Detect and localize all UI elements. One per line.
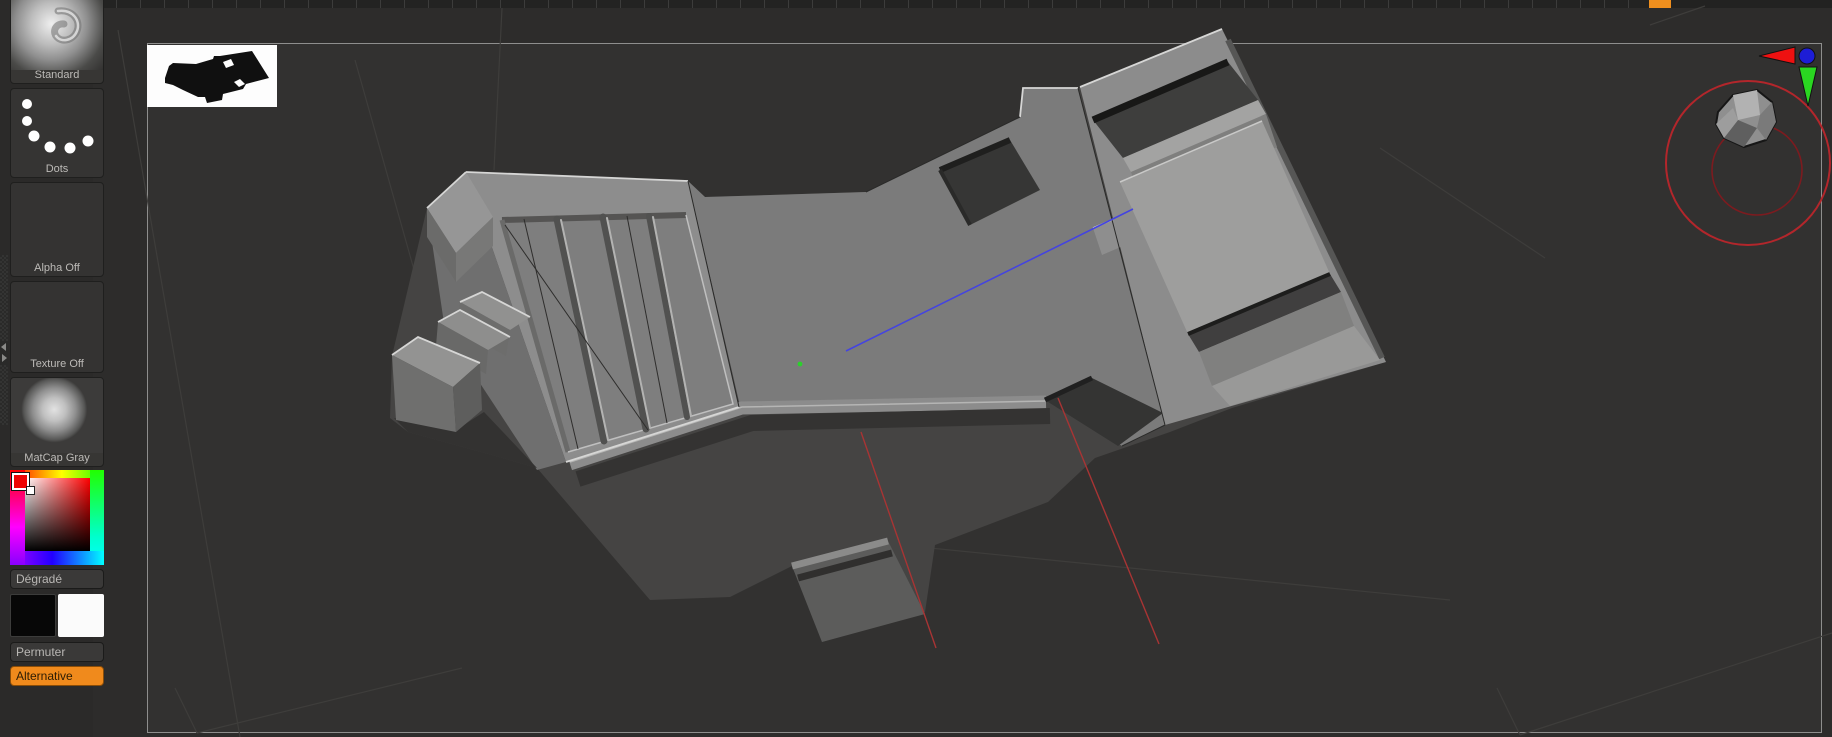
material-selector-matcap-gray[interactable]: MatCap Gray bbox=[10, 377, 104, 467]
divider-arrow-left-icon bbox=[1, 343, 6, 351]
secondary-color-swatch[interactable] bbox=[58, 594, 104, 637]
brush-label: Standard bbox=[34, 69, 80, 81]
timeline-active-segment[interactable] bbox=[1649, 0, 1671, 8]
document-thumbnail[interactable] bbox=[147, 45, 277, 107]
dots-arc-icon bbox=[11, 89, 103, 164]
stroke-selector-dots[interactable]: Dots bbox=[10, 88, 104, 178]
material-label: MatCap Gray bbox=[24, 452, 90, 464]
timeline-bar-end[interactable] bbox=[1672, 0, 1832, 8]
texture-label: Texture Off bbox=[30, 358, 84, 370]
alpha-label: Alpha Off bbox=[34, 262, 80, 274]
zbrush-app-window: { "app": { "name_hint": "sculpting-app-v… bbox=[0, 0, 1832, 737]
swap-colors-button[interactable]: Permuter bbox=[10, 642, 104, 662]
gradient-button[interactable]: Dégradé bbox=[10, 569, 104, 589]
color-picker[interactable] bbox=[10, 470, 104, 565]
document-canvas[interactable] bbox=[147, 43, 1822, 733]
color-cursor[interactable] bbox=[26, 486, 35, 495]
main-color-swatch[interactable] bbox=[10, 594, 56, 637]
texture-selector[interactable]: Texture Off bbox=[10, 281, 104, 373]
alpha-selector[interactable]: Alpha Off bbox=[10, 182, 104, 277]
divider-arrow-right-icon bbox=[2, 354, 7, 362]
brush-selector-standard[interactable]: Standard bbox=[10, 0, 104, 84]
stroke-label: Dots bbox=[45, 163, 69, 175]
tray-edge-scrollbar[interactable] bbox=[0, 255, 8, 425]
matcap-sphere-icon bbox=[11, 378, 103, 453]
alternative-button[interactable]: Alternative bbox=[10, 666, 104, 686]
brush-swirl-icon bbox=[11, 0, 103, 70]
thumbnail-silhouette bbox=[165, 51, 269, 103]
tray-divider-handle[interactable] bbox=[0, 341, 8, 365]
